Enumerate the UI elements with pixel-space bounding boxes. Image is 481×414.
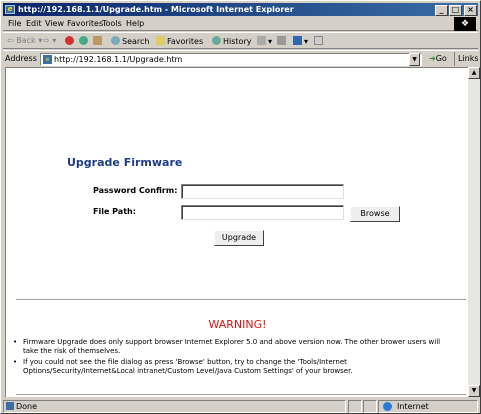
- mail-button[interactable]: ▾: [257, 36, 272, 47]
- page-icon: e: [43, 55, 52, 64]
- refresh-button[interactable]: [79, 36, 90, 47]
- search-label: Search: [122, 37, 150, 46]
- upgrade-button[interactable]: Upgrade: [214, 230, 264, 246]
- history-label: History: [223, 37, 252, 46]
- address-input[interactable]: e http://192.168.1.1/Upgrade.htm ▼: [40, 53, 422, 66]
- internet-explorer-icon: e: [5, 5, 15, 14]
- go-label: Go: [435, 54, 447, 63]
- menu-edit[interactable]: Edit: [26, 19, 42, 29]
- title-bar[interactable]: e http://192.168.1.1/Upgrade.htm - Micro…: [3, 3, 478, 16]
- status-panel: [348, 400, 362, 413]
- favorites-button[interactable]: Favorites: [156, 36, 203, 47]
- stop-icon: [65, 36, 74, 45]
- divider-bottom: [16, 394, 466, 395]
- address-label: Address: [5, 54, 37, 63]
- browser-window: e http://192.168.1.1/Upgrade.htm - Micro…: [0, 0, 481, 414]
- home-icon: [93, 36, 102, 45]
- history-button[interactable]: History: [212, 36, 251, 47]
- file-path-label: File Path:: [93, 207, 136, 216]
- links-label: Links: [458, 54, 479, 63]
- menu-tools[interactable]: Tools: [102, 19, 122, 29]
- mail-icon: [257, 36, 266, 45]
- go-button[interactable]: ➜Go: [429, 54, 447, 63]
- print-icon: [277, 36, 286, 45]
- menu-help[interactable]: Help: [126, 19, 144, 29]
- favorites-label: Favorites: [167, 37, 204, 46]
- page-done-icon: [6, 402, 14, 410]
- password-confirm-input[interactable]: [181, 184, 344, 199]
- minimize-button[interactable]: _: [435, 5, 448, 16]
- links-button[interactable]: Links »: [454, 52, 480, 66]
- vertical-scrollbar[interactable]: ▲ ▼: [468, 67, 480, 397]
- globe-icon: [383, 402, 392, 411]
- back-label: Back: [16, 36, 36, 45]
- browse-button[interactable]: Browse: [350, 206, 400, 222]
- file-path-input[interactable]: [181, 205, 344, 220]
- status-label: Done: [16, 402, 38, 411]
- zone-label: Internet: [397, 402, 429, 411]
- menu-favorites[interactable]: Favorites: [67, 19, 103, 29]
- page-title: Upgrade Firmware: [67, 156, 183, 169]
- close-button[interactable]: ×: [464, 5, 477, 16]
- discuss-button[interactable]: [314, 36, 325, 47]
- address-url: http://192.168.1.1/Upgrade.htm: [54, 55, 183, 64]
- bullet-icon: •: [13, 338, 18, 346]
- standard-toolbar: ⇦ Back ▾ ⇨ ▾ Search Favorites History ▾ …: [3, 32, 478, 49]
- security-zone: Internet: [378, 400, 478, 413]
- status-panel: [363, 400, 377, 413]
- page-viewport: Upgrade Firmware Password Confirm: File …: [5, 67, 468, 397]
- go-arrow-icon: ➜: [429, 54, 436, 63]
- menu-view[interactable]: View: [45, 19, 64, 29]
- divider-top: [16, 299, 466, 300]
- note-browser-support: Firmware Upgrade does only support brows…: [23, 338, 441, 355]
- menu-file[interactable]: File: [8, 19, 21, 29]
- status-bar: Done Internet: [3, 399, 478, 413]
- refresh-icon: [79, 36, 88, 45]
- menu-bar: File Edit View Favorites Tools Help ❖: [3, 17, 478, 31]
- scroll-up-button[interactable]: ▲: [468, 67, 480, 79]
- windows-logo-icon: ❖: [454, 17, 476, 31]
- address-dropdown-button[interactable]: ▼: [409, 53, 420, 66]
- scroll-down-button[interactable]: ▼: [468, 385, 480, 397]
- history-icon: [212, 36, 221, 45]
- search-icon: [111, 36, 120, 45]
- word-icon: [293, 36, 302, 45]
- discuss-icon: [314, 36, 323, 45]
- home-button[interactable]: [93, 36, 104, 47]
- window-title: http://192.168.1.1/Upgrade.htm - Microso…: [18, 5, 294, 14]
- edit-button[interactable]: ▾: [293, 36, 308, 47]
- password-confirm-label: Password Confirm:: [93, 186, 178, 195]
- search-button[interactable]: Search: [111, 36, 149, 47]
- back-button[interactable]: ⇦ Back ▾: [7, 36, 42, 46]
- favorites-icon: [156, 36, 165, 45]
- bullet-icon: •: [13, 358, 18, 366]
- status-text: Done: [3, 400, 346, 413]
- note-file-dialog: If you could not see the file dialog as …: [23, 358, 353, 375]
- stop-button[interactable]: [65, 36, 76, 47]
- print-button[interactable]: [277, 36, 288, 47]
- warning-title: WARNING!: [208, 318, 267, 331]
- forward-button[interactable]: ⇨ ▾: [43, 36, 56, 46]
- address-bar: Address e http://192.168.1.1/Upgrade.htm…: [3, 50, 480, 66]
- maximize-button[interactable]: □: [449, 5, 462, 16]
